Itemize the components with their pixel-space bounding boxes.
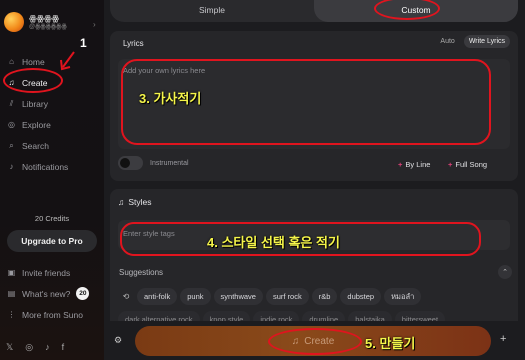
annotation-step-1: 1 xyxy=(80,36,87,50)
avatar[interactable] xyxy=(4,12,24,32)
credits-count: 20 Credits xyxy=(34,214,70,223)
annotation-arrow xyxy=(60,51,75,71)
more-icon: ⋮ xyxy=(7,310,16,319)
compass-icon: ◎ xyxy=(8,120,15,129)
sidebar-item-home[interactable]: ⌂ Home xyxy=(0,51,104,72)
plus-icon[interactable]: + xyxy=(500,333,506,345)
sidebar-item-label: Home xyxy=(22,56,45,67)
lyrics-write-tab[interactable]: Write Lyrics xyxy=(463,35,510,48)
full-song-label: Full Song xyxy=(455,160,488,169)
sidebar-item-explore[interactable]: ◎ Explore xyxy=(0,114,104,135)
sidebar-bottom-nav: ▣ Invite friends ▤ What's new? 20 ⋮ More… xyxy=(0,262,104,325)
sidebar-item-label: Notifications xyxy=(22,161,69,172)
suggestion-chip[interactable]: dark alternative rock xyxy=(118,311,200,321)
profile-name: ꙮꙮꙮꙮ xyxy=(29,13,59,23)
plus-icon: + xyxy=(448,160,453,169)
lyrics-label: Lyrics xyxy=(123,39,144,48)
instrumental-toggle[interactable] xyxy=(118,156,143,170)
suggestion-chip[interactable]: surf rock xyxy=(265,288,309,305)
sidebar-item-label: What's new? xyxy=(22,288,71,299)
notification-badge: 20 xyxy=(76,287,90,300)
suggestion-chip[interactable]: drumline xyxy=(302,311,346,321)
profile[interactable]: ꙮꙮꙮꙮ @ꙮꙮꙮꙮꙮꙮ xyxy=(4,12,67,32)
suggestion-chips: ⟲ anti-folk punk synthwave surf rock r&b… xyxy=(118,288,422,305)
annotation-create-highlight xyxy=(3,68,63,93)
home-icon: ⌂ xyxy=(9,57,14,66)
by-line-button[interactable]: + By Line xyxy=(398,160,430,169)
sidebar-item-invite[interactable]: ▣ Invite friends xyxy=(0,262,104,283)
refresh-icon[interactable]: ⟲ xyxy=(118,292,134,301)
suggestion-chip[interactable]: kpop style xyxy=(202,311,251,321)
news-icon: ▤ xyxy=(7,289,16,298)
sidebar-item-library[interactable]: ⫽ Library xyxy=(0,93,104,114)
styles-header: ♫ Styles xyxy=(118,197,152,207)
sidebar-item-label: Explore xyxy=(22,119,51,130)
suggestion-chip[interactable]: bittersweet xyxy=(394,311,446,321)
library-icon: ⫽ xyxy=(9,98,14,108)
suggestion-chip[interactable]: synthwave xyxy=(213,288,263,305)
gear-icon[interactable]: ⚙ xyxy=(114,335,122,346)
search-icon: ⌕ xyxy=(9,140,14,150)
suggestion-chip[interactable]: dubstep xyxy=(340,288,382,305)
lyrics-mode-tabs: Auto Write Lyrics xyxy=(435,35,510,48)
styles-label: Styles xyxy=(128,197,152,207)
annotation-create-button-highlight xyxy=(268,328,362,355)
suggestion-chip[interactable]: r&b xyxy=(311,288,338,305)
lyrics-auto-tab[interactable]: Auto xyxy=(435,35,459,48)
suggestion-chips-row2: dark alternative rock kpop style indie r… xyxy=(118,311,446,321)
suggestion-chip[interactable]: หมอลำ xyxy=(384,288,422,305)
full-song-button[interactable]: + Full Song xyxy=(448,160,487,169)
sidebar-item-search[interactable]: ⌕ Search xyxy=(0,135,104,156)
sidebar-item-more[interactable]: ⋮ More from Suno xyxy=(0,304,104,325)
suggestion-chip[interactable]: punk xyxy=(180,288,211,305)
gift-icon: ▣ xyxy=(7,268,16,277)
by-line-label: By Line xyxy=(405,160,431,169)
sidebar-item-label: More from Suno xyxy=(22,309,83,320)
bell-icon: ♪ xyxy=(9,162,14,171)
tiktok-icon[interactable]: ♪ xyxy=(45,342,50,353)
facebook-icon[interactable]: f xyxy=(62,342,65,353)
upgrade-button[interactable]: Upgrade to Pro xyxy=(7,230,97,252)
suggestion-chip[interactable]: indie rock xyxy=(253,311,300,321)
annotation-step-5: 5. 만들기 xyxy=(365,336,416,351)
sidebar-item-label: Library xyxy=(22,98,48,109)
chevron-right-icon[interactable]: › xyxy=(93,20,96,29)
social-links: 𝕏 ◎ ♪ f xyxy=(6,342,64,353)
x-icon[interactable]: 𝕏 xyxy=(6,342,13,353)
annotation-step-4: 4. 스타일 선택 혹은 적기 xyxy=(207,235,340,250)
sidebar-item-notifications[interactable]: ♪ Notifications xyxy=(0,156,104,177)
annotation-step-3: 3. 가사적기 xyxy=(139,91,202,106)
mode-simple-tab[interactable]: Simple xyxy=(110,0,314,22)
sidebar-item-whats-new[interactable]: ▤ What's new? 20 xyxy=(0,283,104,304)
plus-icon: + xyxy=(398,160,403,169)
sidebar-item-label: Search xyxy=(22,140,49,151)
suggestion-chip[interactable]: balstaika xyxy=(348,311,392,321)
mode-toggle: Simple Custom xyxy=(110,0,518,22)
instrumental-label: Instrumental xyxy=(150,160,189,167)
sidebar: ꙮꙮꙮꙮ @ꙮꙮꙮꙮꙮꙮ › ⌂ Home ♫ Create ⫽ Library… xyxy=(0,0,104,360)
chevron-up-icon[interactable]: ⌃ xyxy=(498,265,512,279)
suggestions-label: Suggestions xyxy=(119,268,164,277)
suggestion-chip[interactable]: anti-folk xyxy=(137,288,178,305)
sidebar-item-label: Invite friends xyxy=(22,267,71,278)
instagram-icon[interactable]: ◎ xyxy=(25,342,33,353)
profile-handle: @ꙮꙮꙮꙮꙮꙮ xyxy=(29,23,67,30)
create-panel: Simple Custom Lyrics Auto Write Lyrics A… xyxy=(104,0,525,360)
music-note-icon: ♫ xyxy=(118,197,125,207)
